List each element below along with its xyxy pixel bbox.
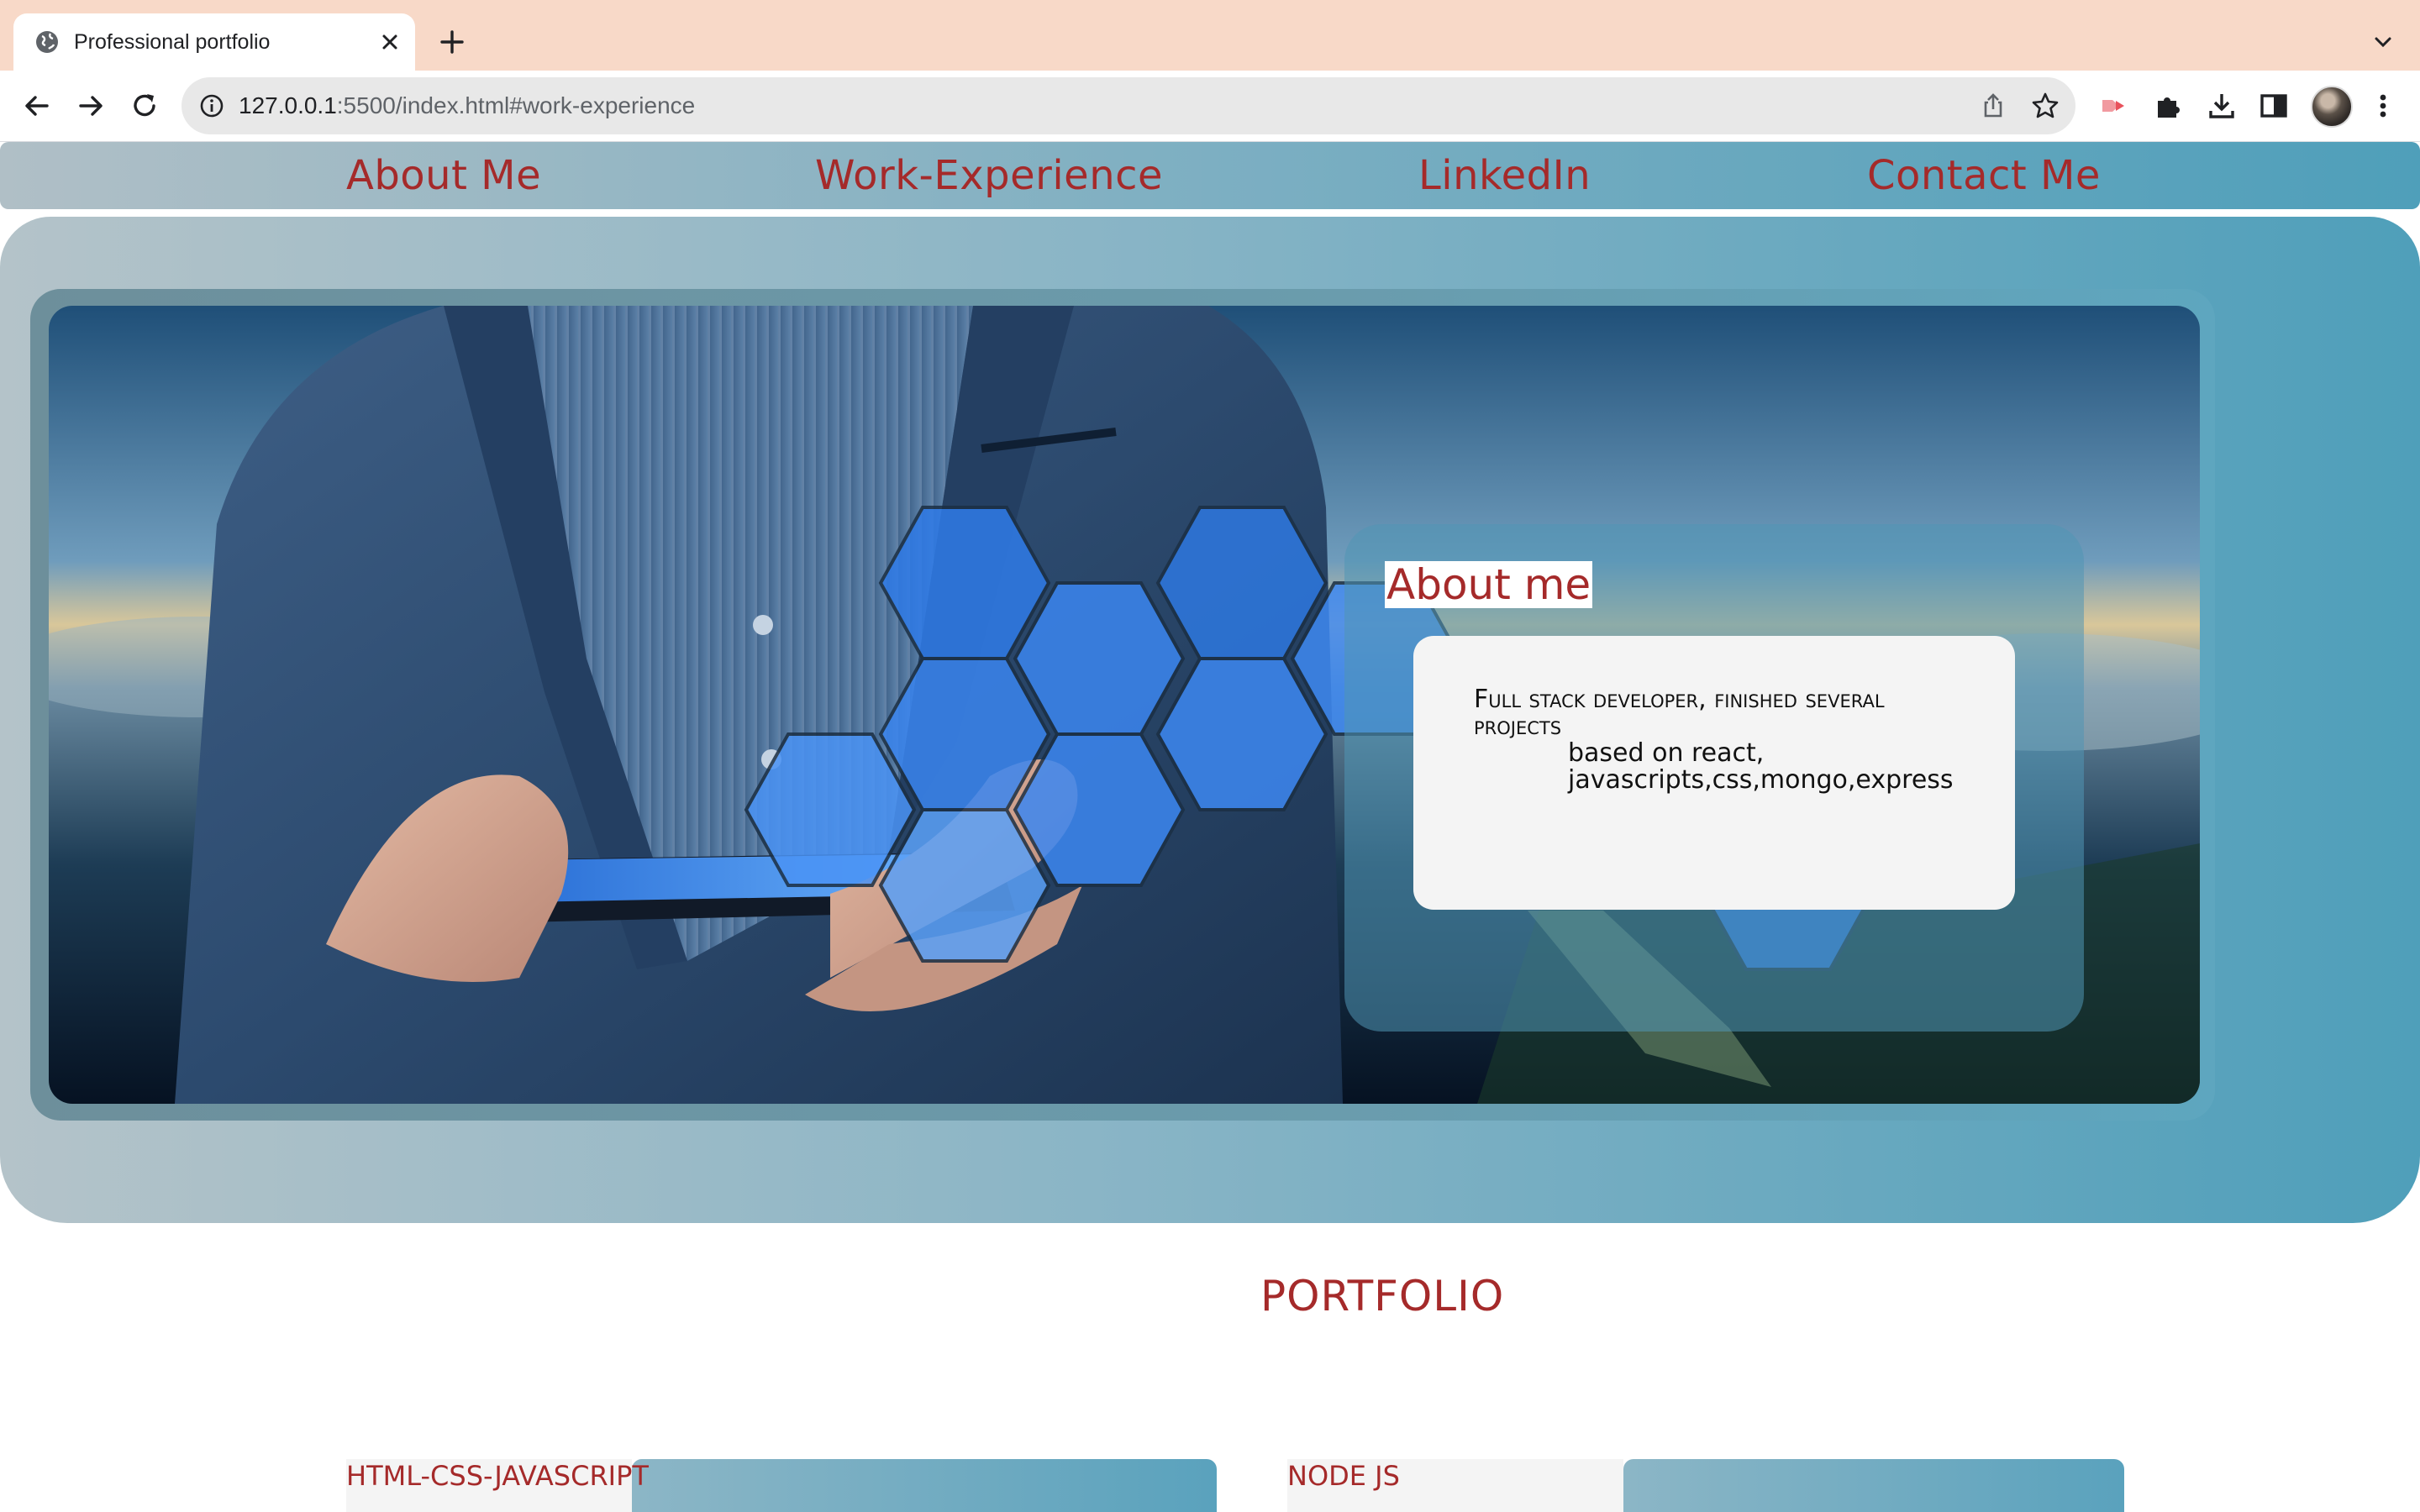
url-text[interactable]: 127.0.0.1:5500/index.html#work-experienc…	[239, 91, 695, 121]
profile-avatar[interactable]	[2311, 86, 2353, 128]
site-navbar: About Me Work-Experience LinkedIn Contac…	[0, 142, 2420, 209]
reload-icon[interactable]	[128, 89, 161, 123]
kebab-menu-icon[interactable]	[2366, 89, 2400, 123]
url-path: :5500/index.html#work-experience	[336, 92, 696, 118]
project-title: NODE JS	[1287, 1460, 1400, 1492]
side-panel-icon[interactable]	[2257, 89, 2291, 123]
project-preview	[1623, 1459, 2124, 1512]
info-icon[interactable]	[198, 92, 225, 119]
about-me-description: Full stack developer, finished several p…	[1474, 686, 1978, 794]
project-preview	[632, 1459, 1217, 1512]
nav-contact-me-link[interactable]: Contact Me	[1867, 152, 2101, 199]
bookmark-star-icon[interactable]	[2030, 91, 2060, 121]
project-title: HTML-CSS-JAVASCRIPT	[346, 1460, 649, 1492]
download-icon[interactable]	[2205, 89, 2238, 123]
tab-strip: Professional portfolio	[0, 0, 2420, 71]
nav-about-me-link[interactable]: About Me	[346, 152, 541, 199]
project-card-node-js[interactable]: NODE JS	[1287, 1459, 2124, 1512]
browser-toolbar: 127.0.0.1:5500/index.html#work-experienc…	[0, 71, 2420, 142]
close-icon[interactable]	[376, 29, 403, 55]
hero-section: About me Full stack developer, finished …	[0, 217, 2420, 1223]
about-me-skills-line-1: based on react,	[1568, 738, 1765, 768]
nav-work-experience-link[interactable]: Work-Experience	[815, 152, 1163, 199]
project-card-html-css-js[interactable]: HTML-CSS-JAVASCRIPT	[346, 1459, 1217, 1512]
url-host: 127.0.0.1	[239, 92, 337, 118]
cast-extension-icon[interactable]	[2097, 89, 2131, 123]
browser-tab[interactable]: Professional portfolio	[13, 13, 415, 71]
new-tab-plus-icon[interactable]	[437, 27, 467, 57]
globe-icon	[36, 31, 58, 53]
share-icon[interactable]	[1978, 91, 2008, 121]
chevron-down-icon[interactable]	[2371, 30, 2395, 54]
web-page: About Me Work-Experience LinkedIn Contac…	[0, 142, 2420, 1512]
about-me-text-box: Full stack developer, finished several p…	[1413, 636, 2015, 910]
nav-linkedin-link[interactable]: LinkedIn	[1418, 152, 1591, 199]
forward-arrow-icon[interactable]	[74, 89, 108, 123]
back-arrow-icon[interactable]	[20, 89, 54, 123]
extensions-puzzle-icon[interactable]	[2151, 89, 2185, 123]
portfolio-heading: PORTFOLIO	[1260, 1272, 1505, 1320]
address-bar[interactable]: 127.0.0.1:5500/index.html#work-experienc…	[182, 77, 2075, 134]
tab-title: Professional portfolio	[74, 30, 271, 54]
about-me-heading: About me	[1385, 560, 1593, 609]
about-me-skills-line-2: javascripts,css,mongo,express	[1568, 765, 1954, 795]
about-me-lead-text: Full stack developer, finished several p…	[1474, 685, 1885, 741]
